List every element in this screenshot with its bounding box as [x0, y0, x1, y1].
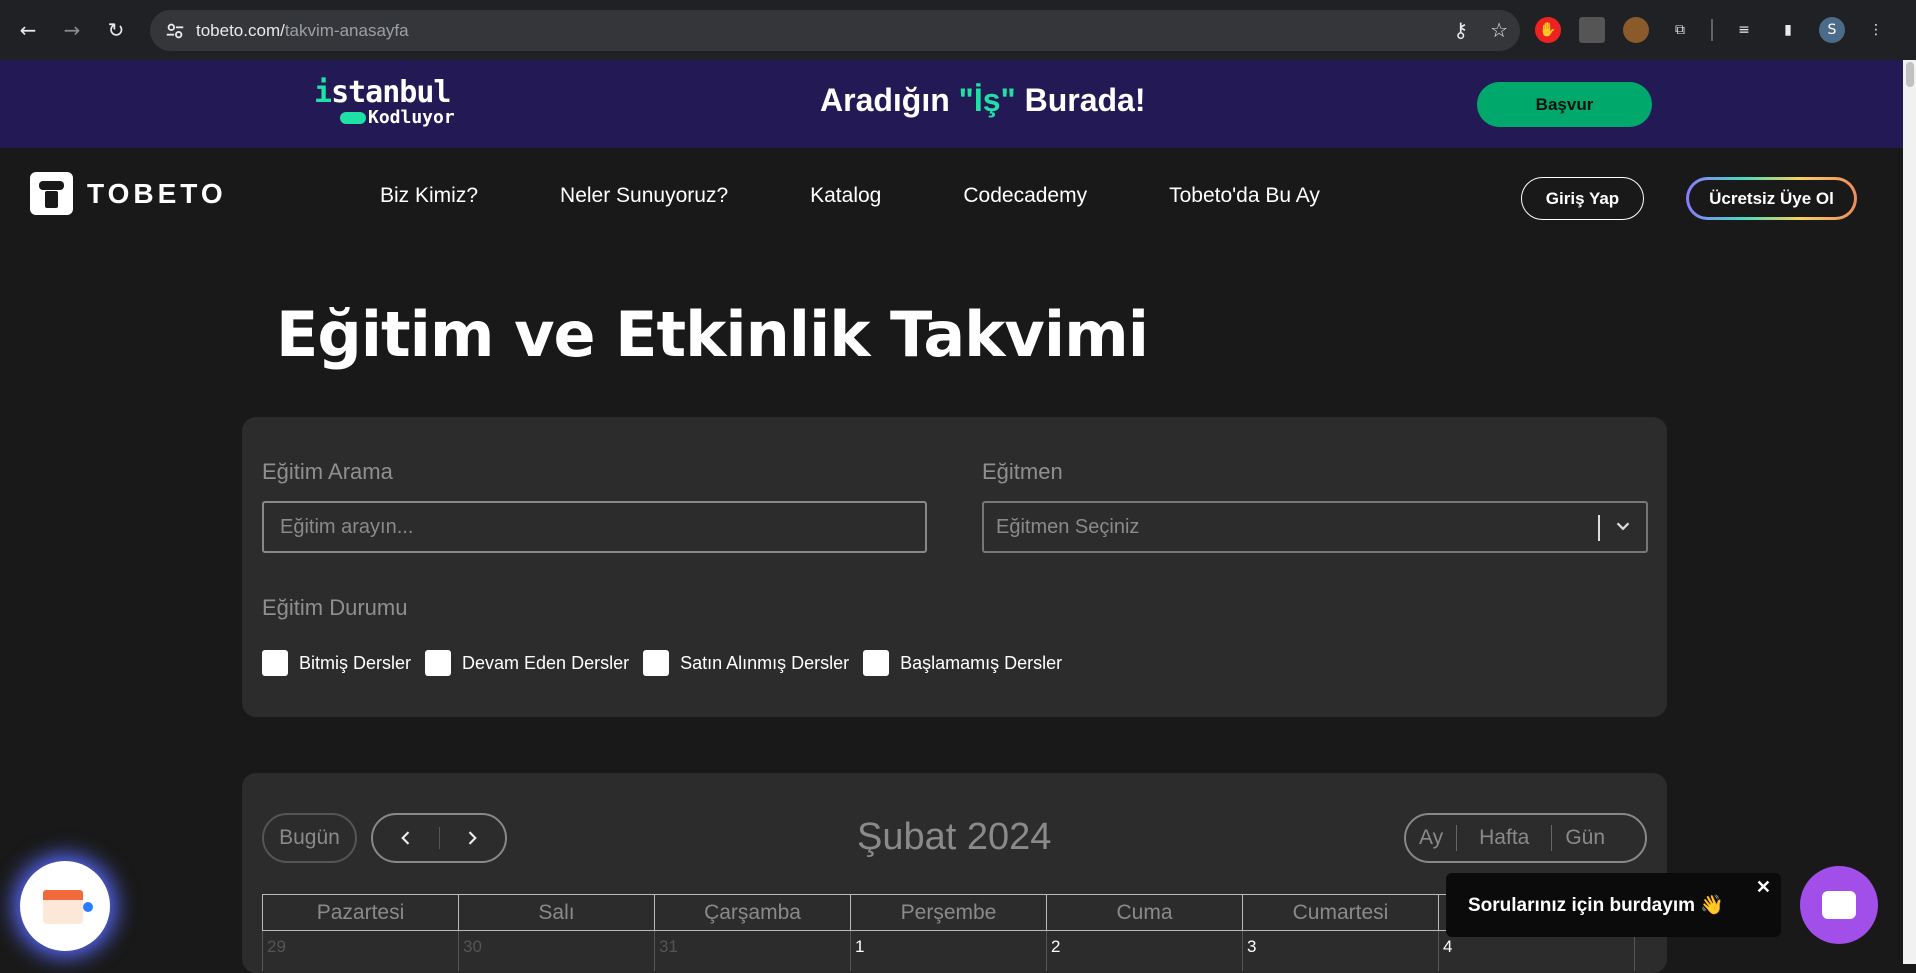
chevron-left-icon — [400, 831, 409, 845]
url-text: tobeto.com/takvim-anasayfa — [196, 20, 409, 40]
adblock-extension-icon[interactable]: ✋ — [1535, 17, 1561, 43]
toolbar-separator — [1711, 19, 1713, 41]
tobeto-logo-mark — [30, 172, 73, 215]
media-icon[interactable]: ≡ — [1731, 17, 1757, 43]
nav-menu: Biz Kimiz? Neler Sunuyoruz? Katalog Code… — [380, 184, 1402, 208]
search-input[interactable]: Eğitim arayın... — [262, 501, 927, 553]
chat-greeting-bubble[interactable]: Sorularınız için burdayım 👋 ✕ — [1446, 873, 1781, 937]
weekday-header: Salı — [459, 895, 655, 930]
next-month-button[interactable] — [440, 815, 506, 861]
checkbox-purchased[interactable]: Satın Alınmış Dersler — [643, 650, 849, 676]
select-divider — [1598, 515, 1600, 541]
chevron-right-icon — [469, 831, 478, 845]
key-icon[interactable]: ⚷ — [1453, 18, 1468, 42]
weekday-header: Perşembe — [851, 895, 1047, 930]
calendar-day-cell[interactable]: 29 — [263, 931, 459, 971]
calendar-launcher-button[interactable] — [20, 861, 110, 951]
apply-button[interactable]: Başvur — [1477, 82, 1652, 127]
puzzle-icon[interactable]: ⧉ — [1667, 17, 1693, 43]
checkbox-ongoing[interactable]: Devam Eden Dersler — [425, 650, 629, 676]
nav-item-catalog[interactable]: Katalog — [810, 184, 881, 208]
month-nav — [371, 813, 507, 863]
nav-item-about[interactable]: Biz Kimiz? — [380, 184, 478, 208]
side-panel-icon[interactable]: ▮ — [1775, 17, 1801, 43]
calendar-icon — [43, 886, 93, 926]
calendar-week-row: 29 30 31 1 2 3 4 — [262, 931, 1647, 971]
status-checkboxes: Bitmiş Dersler Devam Eden Dersler Satın … — [262, 650, 1076, 676]
view-week-button[interactable]: Hafta — [1457, 826, 1551, 850]
search-label: Eğitim Arama — [262, 459, 393, 484]
calendar-day-cell[interactable]: 2 — [1047, 931, 1243, 971]
weekday-header: Cuma — [1047, 895, 1243, 930]
site-settings-icon[interactable] — [164, 20, 186, 42]
page-title: Eğitim ve Etkinlik Takvimi — [276, 298, 1149, 371]
checkbox-finished[interactable]: Bitmiş Dersler — [262, 650, 411, 676]
nav-item-codecademy[interactable]: Codecademy — [963, 184, 1087, 208]
main-navigation: TOBETO Biz Kimiz? Neler Sunuyoruz? Katal… — [0, 148, 1916, 248]
calendar-day-cell[interactable]: 31 — [655, 931, 851, 971]
bookmark-star-icon[interactable]: ☆ — [1490, 18, 1508, 42]
scroll-thumb[interactable] — [1906, 62, 1914, 87]
today-button[interactable]: Bugün — [262, 813, 357, 863]
calendar-day-cell[interactable]: 30 — [459, 931, 655, 971]
istanbul-kodluyor-logo[interactable]: istanbul Kodluyor — [314, 78, 455, 128]
tobeto-logo[interactable]: TOBETO — [30, 172, 227, 215]
calendar-weekday-header: Pazartesi Salı Çarşamba Perşembe Cuma Cu… — [262, 894, 1647, 931]
forward-icon[interactable]: → — [52, 10, 92, 50]
login-button[interactable]: Giriş Yap — [1521, 177, 1644, 220]
chat-open-button[interactable] — [1800, 866, 1878, 944]
filter-panel: Eğitim Arama Eğitim arayın... Eğitmen Eğ… — [242, 417, 1667, 717]
view-month-button[interactable]: Ay — [1406, 826, 1456, 850]
calendar-day-cell[interactable]: 4 — [1439, 931, 1635, 971]
nav-item-offerings[interactable]: Neler Sunuyoruz? — [560, 184, 728, 208]
page-scrollbar[interactable] — [1903, 60, 1916, 964]
chevron-down-icon[interactable] — [1612, 515, 1634, 537]
weekday-header: Pazartesi — [263, 895, 459, 930]
view-switcher: Ay Hafta Gün — [1404, 813, 1647, 863]
checkbox-not-started[interactable]: Başlamamış Dersler — [863, 650, 1062, 676]
instructor-label: Eğitmen — [982, 459, 1063, 484]
menu-kebab-icon[interactable]: ⋮ — [1863, 17, 1889, 43]
promo-banner: istanbul Kodluyor Aradığın "İş" Burada! … — [0, 60, 1916, 148]
browser-toolbar: ← → ↻ tobeto.com/takvim-anasayfa ⚷ ☆ ✋ ⧉… — [0, 0, 1916, 60]
signup-button[interactable]: Ücretsiz Üye Ol — [1686, 177, 1857, 220]
reload-icon[interactable]: ↻ — [96, 10, 136, 50]
view-day-button[interactable]: Gün — [1552, 826, 1618, 850]
profile-avatar[interactable]: S — [1819, 17, 1845, 43]
weekday-header: Çarşamba — [655, 895, 851, 930]
month-title: Şubat 2024 — [857, 816, 1052, 858]
status-label: Eğitim Durumu — [262, 595, 408, 620]
nav-item-this-month[interactable]: Tobeto'da Bu Ay — [1169, 184, 1320, 208]
prev-month-button[interactable] — [373, 815, 439, 861]
cookie-extension-icon[interactable] — [1623, 17, 1649, 43]
close-icon[interactable]: ✕ — [1756, 877, 1771, 898]
chat-icon — [1822, 891, 1856, 919]
instructor-select[interactable]: Eğitmen Seçiniz — [982, 501, 1648, 553]
calendar-day-cell[interactable]: 3 — [1243, 931, 1439, 971]
extension-icon[interactable] — [1579, 17, 1605, 43]
calendar-day-cell[interactable]: 1 — [851, 931, 1047, 971]
weekday-header: Cumartesi — [1243, 895, 1439, 930]
promo-headline: Aradığın "İş" Burada! — [820, 82, 1146, 118]
address-bar[interactable]: tobeto.com/takvim-anasayfa ⚷ ☆ — [150, 10, 1520, 51]
back-icon[interactable]: ← — [8, 10, 48, 50]
